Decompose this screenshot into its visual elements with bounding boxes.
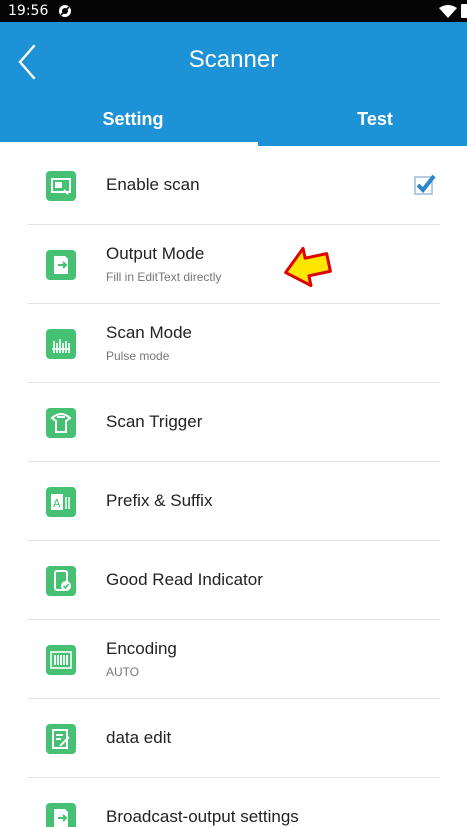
app-notification-icon (59, 5, 71, 17)
setting-title: Enable scan (106, 175, 200, 194)
setting-subtitle: AUTO (106, 665, 140, 679)
setting-broadcast-output[interactable]: Broadcast-output settings (28, 778, 440, 827)
enable-scan-icon (46, 171, 76, 201)
page-title: Scanner (188, 46, 279, 73)
scan-trigger-icon (46, 408, 76, 438)
app-bar: Scanner Setting Test (0, 22, 467, 146)
data-edit-icon (46, 724, 76, 754)
setting-title: Scan Mode (106, 323, 192, 342)
setting-subtitle: Pulse mode (106, 349, 170, 363)
setting-title: Prefix & Suffix (106, 491, 213, 510)
setting-enable-scan[interactable]: Enable scan (28, 146, 440, 225)
enable-scan-checkbox[interactable] (414, 174, 436, 196)
setting-prefix-suffix[interactable]: A Prefix & Suffix (28, 462, 440, 541)
status-bar: 19:56 (0, 0, 467, 22)
good-read-indicator-icon (46, 566, 76, 596)
broadcast-output-icon (46, 803, 76, 827)
setting-title: Encoding (106, 639, 177, 658)
tab-test[interactable]: Test (270, 104, 467, 146)
battery-icon (461, 4, 467, 18)
setting-title: Scan Trigger (106, 412, 203, 431)
tab-setting[interactable]: Setting (28, 104, 238, 146)
setting-scan-mode[interactable]: Scan Mode Pulse mode (28, 304, 440, 383)
output-mode-icon (46, 250, 76, 280)
status-time: 19:56 (8, 3, 49, 19)
wifi-icon (439, 5, 457, 18)
setting-subtitle: Fill in EditText directly (106, 270, 222, 284)
setting-good-read-indicator[interactable]: Good Read Indicator (28, 541, 440, 620)
setting-output-mode[interactable]: Output Mode Fill in EditText directly (28, 225, 440, 304)
setting-title: Broadcast-output settings (106, 807, 299, 826)
settings-list: Enable scan Output Mode Fill in EditText… (28, 146, 440, 827)
setting-title: Output Mode (106, 244, 205, 263)
setting-scan-trigger[interactable]: Scan Trigger (28, 383, 440, 462)
scan-mode-icon (46, 329, 76, 359)
setting-title: Good Read Indicator (106, 570, 263, 589)
setting-title: data edit (106, 728, 172, 747)
annotation-arrow-icon (284, 246, 332, 288)
prefix-suffix-icon: A (46, 487, 76, 517)
svg-text:A: A (53, 497, 61, 510)
encoding-icon (46, 645, 76, 675)
setting-encoding[interactable]: Encoding AUTO (28, 620, 440, 699)
setting-data-edit[interactable]: data edit (28, 699, 440, 778)
